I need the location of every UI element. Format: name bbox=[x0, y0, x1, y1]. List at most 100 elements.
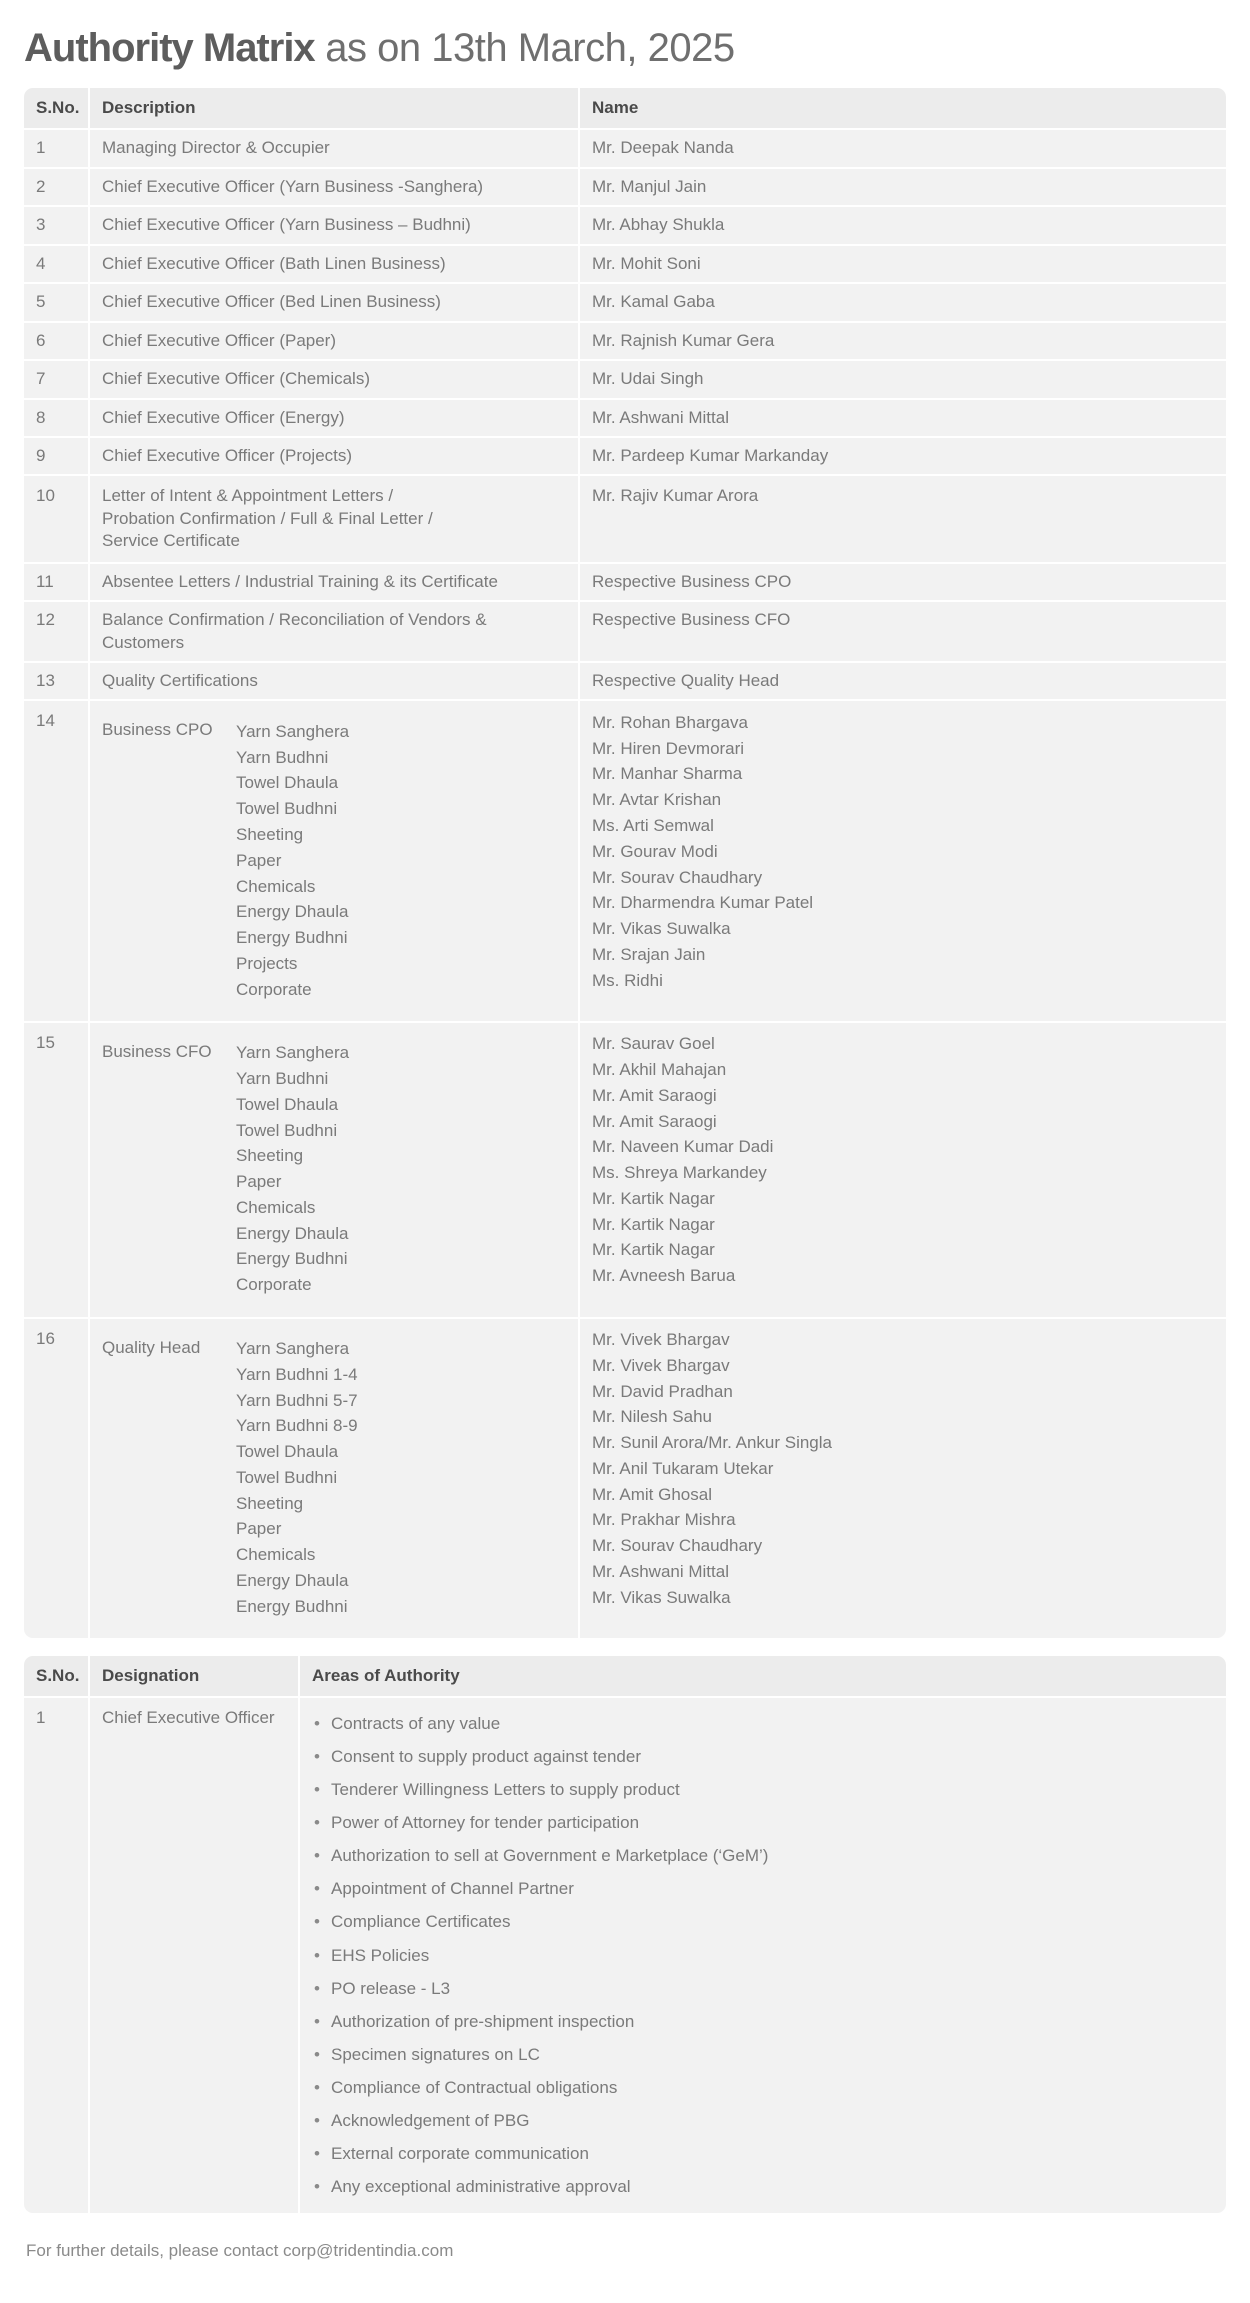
cell-name: Mr. Manjul Jain bbox=[580, 168, 1226, 208]
list-item-name: Mr. Vikas Suwalka bbox=[592, 919, 731, 939]
header-areas: Areas of Authority bbox=[300, 1655, 1226, 1699]
cell-sno: 4 bbox=[24, 245, 90, 285]
list-item-name: Mr. Avtar Krishan bbox=[592, 790, 722, 810]
cell-description: Chief Executive Officer (Yarn Business -… bbox=[90, 168, 580, 208]
list-item-name: Mr. Naveen Kumar Dadi bbox=[592, 1137, 774, 1157]
areas-of-authority-table: S.No. Designation Areas of Authority 1 Ch… bbox=[24, 1655, 1226, 2213]
list-item-unit: Yarn Sanghera bbox=[236, 721, 350, 741]
cell-name: Mr. Ashwani Mittal bbox=[580, 399, 1226, 438]
header-sno: S.No. bbox=[24, 1655, 90, 1699]
table-row: 12 Balance Confirmation / Reconciliation … bbox=[24, 602, 1226, 663]
list-item-name: Mr. Kartik Nagar bbox=[592, 1214, 715, 1234]
table-row-group: 15 Business CFO Yarn Sanghera Yarn Budhni To… bbox=[24, 1022, 1226, 1319]
authority-matrix-header: S.No. Description Name bbox=[24, 88, 1226, 131]
list-item-unit: Paper bbox=[236, 1519, 282, 1539]
table-row: 5 Chief Executive Officer (Bed Linen Busi… bbox=[24, 284, 1226, 323]
list-item-authority: Power of Attorney for tender participati… bbox=[314, 1807, 1216, 1840]
cell-sno: 1 bbox=[24, 130, 90, 169]
cell-name: Mr. Udai Singh bbox=[580, 361, 1226, 400]
list-item-authority: Specimen signatures on LC bbox=[314, 2038, 1216, 2071]
list-item-authority: Appointment of Channel Partner bbox=[314, 1873, 1216, 1906]
cell-name: Respective Business CPO bbox=[580, 563, 1226, 603]
table-row-group: 14 Business CPO Yarn Sanghera Yarn Budhni To… bbox=[24, 701, 1226, 1023]
table-row: 7 Chief Executive Officer (Chemicals) Mr. … bbox=[24, 361, 1226, 400]
cell-description: Chief Executive Officer (Energy) bbox=[90, 399, 580, 438]
list-item-authority: Contracts of any value bbox=[314, 1707, 1216, 1740]
list-item-unit: Yarn Budhni 1-4 bbox=[236, 1364, 358, 1384]
table-row: 3 Chief Executive Officer (Yarn Business … bbox=[24, 207, 1226, 246]
list-item-unit: Yarn Budhni 5-7 bbox=[236, 1390, 358, 1410]
list-item-unit: Towel Dhaula bbox=[236, 1094, 339, 1114]
cell-sno: 14 bbox=[24, 701, 90, 1023]
table-header-row: S.No. Designation Areas of Authority bbox=[24, 1655, 1226, 1699]
cell-description: Chief Executive Officer (Bath Linen Busi… bbox=[90, 245, 580, 285]
list-item-unit: Yarn Budhni bbox=[236, 1069, 329, 1089]
table-header-row: S.No. Description Name bbox=[24, 88, 1226, 131]
list-item-unit: Paper bbox=[236, 1172, 282, 1192]
cell-areas-of-authority: Contracts of any valueConsent to supply … bbox=[300, 1698, 1226, 2213]
cell-name: Mr. Pardeep Kumar Markanday bbox=[580, 437, 1226, 477]
list-item-name: Mr. Sourav Chaudhary bbox=[592, 1536, 763, 1556]
list-item-name: Mr. Prakhar Mishra bbox=[592, 1510, 736, 1530]
table-row: 10 Letter of Intent & Appointment Letters… bbox=[24, 476, 1226, 564]
list-item-authority: External corporate communication bbox=[314, 2138, 1216, 2171]
cell-sno: 6 bbox=[24, 322, 90, 362]
list-item-unit: Towel Budhni bbox=[236, 799, 338, 819]
list-item-name: Mr. Vivek Bhargav bbox=[592, 1330, 730, 1350]
cell-sno: 11 bbox=[24, 563, 90, 603]
list-item-name: Mr. Rohan Bhargava bbox=[592, 712, 748, 732]
header-description: Description bbox=[90, 88, 580, 131]
list-item-unit: Paper bbox=[236, 850, 282, 870]
list-item-name: Mr. Sourav Chaudhary bbox=[592, 867, 763, 887]
list-item-name: Mr. Kartik Nagar bbox=[592, 1188, 715, 1208]
cell-name: Mr. Deepak Nanda bbox=[580, 130, 1226, 169]
list-item-name: Mr. Vikas Suwalka bbox=[592, 1587, 731, 1607]
page-title-light: as on 13th March, 2025 bbox=[314, 26, 735, 70]
authority-matrix-table: S.No. Description Name 1 Managing Directo… bbox=[24, 88, 1226, 1638]
list-item-authority: PO release - L3 bbox=[314, 1972, 1216, 2005]
list-item-unit: Energy Budhni bbox=[236, 1596, 348, 1616]
list-item-name: Mr. Amit Saraogi bbox=[592, 1085, 717, 1105]
list-item-unit: Projects bbox=[236, 953, 298, 973]
cell-sno: 16 bbox=[24, 1318, 90, 1638]
cell-group-description: Business CFO Yarn Sanghera Yarn Budhni Towe… bbox=[90, 1022, 580, 1319]
list-item-unit: Chemicals bbox=[236, 876, 316, 896]
list-item-authority: EHS Policies bbox=[314, 1939, 1216, 1972]
cell-description: Absentee Letters / Industrial Training &… bbox=[90, 563, 580, 603]
list-item-unit: Corporate bbox=[236, 979, 312, 999]
cell-name: Respective Quality Head bbox=[580, 663, 1226, 702]
list-item-unit: Towel Budhni bbox=[236, 1467, 338, 1487]
areas-table-header: S.No. Designation Areas of Authority bbox=[24, 1655, 1226, 1699]
list-item-unit: Corporate bbox=[236, 1275, 312, 1295]
cell-group-names: Mr. Vivek Bhargav Mr. Vivek Bhargav Mr. Da… bbox=[580, 1318, 1226, 1638]
cell-sno: 1 bbox=[24, 1698, 90, 2213]
list-item-name: Mr. Avneesh Barua bbox=[592, 1266, 736, 1286]
list-item-unit: Sheeting bbox=[236, 1493, 304, 1513]
cell-group-description: Business CPO Yarn Sanghera Yarn Budhni Towe… bbox=[90, 701, 580, 1023]
list-item-name: Mr. Manhar Sharma bbox=[592, 764, 743, 784]
list-item-authority: Authorization of pre-shipment inspection bbox=[314, 2005, 1216, 2038]
table-row: 6 Chief Executive Officer (Paper) Mr. Rajn… bbox=[24, 322, 1226, 362]
cell-name: Mr. Kamal Gaba bbox=[580, 284, 1226, 323]
cell-sno: 3 bbox=[24, 207, 90, 246]
list-item-unit: Energy Dhaula bbox=[236, 902, 349, 922]
table-row: 1 Managing Director & Occupier Mr. Deepak … bbox=[24, 130, 1226, 169]
cell-description: Chief Executive Officer (Yarn Business –… bbox=[90, 207, 580, 246]
table-row: 8 Chief Executive Officer (Energy) Mr. Ash… bbox=[24, 399, 1226, 438]
areas-table-body: 1Chief Executive OfficerContracts of any… bbox=[24, 1698, 1226, 2213]
group-units-list: Yarn Sanghera Yarn Budhni 1-4 Yarn Budhni … bbox=[236, 1328, 568, 1629]
page-title: Authority Matrix as on 13th March, 2025 bbox=[24, 0, 1226, 88]
footer-contact-note: For further details, please contact corp… bbox=[26, 2240, 454, 2260]
list-item-unit: Towel Dhaula bbox=[236, 1442, 339, 1462]
cell-description: Chief Executive Officer (Chemicals) bbox=[90, 361, 580, 400]
group-label: Quality Head bbox=[102, 1337, 201, 1357]
cell-sno: 10 bbox=[24, 476, 90, 564]
list-item-name: Mr. Amit Ghosal bbox=[592, 1484, 712, 1504]
table-row: 11 Absentee Letters / Industrial Training… bbox=[24, 563, 1226, 603]
cell-sno: 7 bbox=[24, 361, 90, 400]
page-title-strong: Authority Matrix bbox=[24, 26, 316, 70]
group-label: Business CPO bbox=[102, 720, 213, 740]
cell-sno: 13 bbox=[24, 663, 90, 702]
table-row: 1Chief Executive OfficerContracts of any… bbox=[24, 1698, 1226, 2213]
group-units-list: Yarn Sanghera Yarn Budhni Towel Dhaula Towe… bbox=[236, 1032, 568, 1308]
